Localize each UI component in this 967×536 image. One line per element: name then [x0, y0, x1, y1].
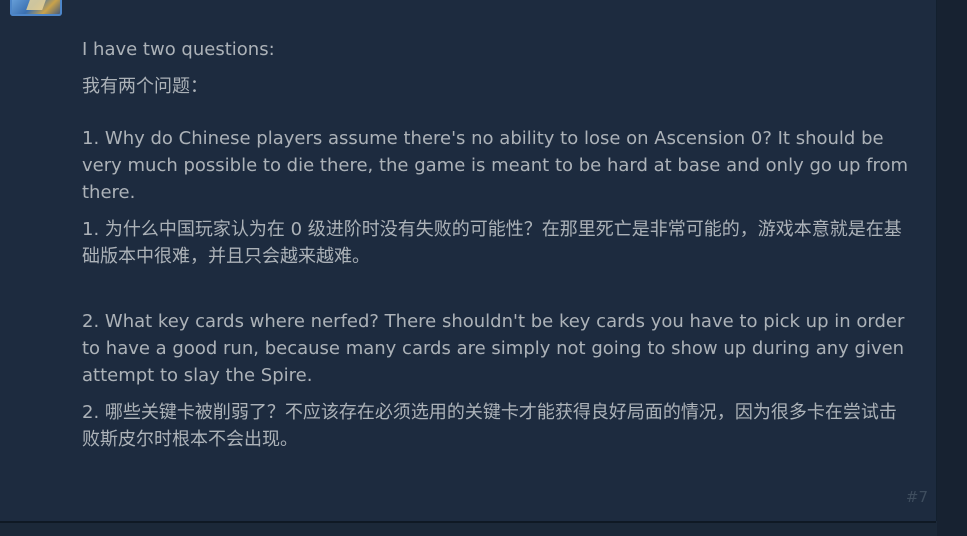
avatar[interactable]	[10, 0, 62, 16]
question-2-cn: 2. 哪些关键卡被削弱了？不应该存在必须选用的关键卡才能获得良好局面的情况，因为…	[82, 402, 897, 450]
question-1-cn: 1. 为什么中国玩家认为在 0 级进阶时没有失败的可能性？在那里死亡是非常可能的…	[82, 219, 902, 267]
forum-post: I have two questions: 我有两个问题： 1. Why do …	[0, 0, 937, 521]
post-body: I have two questions: 我有两个问题： 1. Why do …	[82, 36, 914, 453]
post-intro-cn: 我有两个问题：	[82, 76, 208, 97]
scrollbar-gutter[interactable]	[937, 0, 967, 536]
question-1-en: 1. Why do Chinese players assume there's…	[82, 128, 909, 203]
avatar-image	[26, 0, 46, 10]
next-post-area	[0, 523, 936, 536]
post-intro-en: I have two questions:	[82, 39, 275, 60]
question-2-en: 2. What key cards where nerfed? There sh…	[82, 311, 905, 386]
post-number[interactable]: #7	[906, 488, 928, 506]
